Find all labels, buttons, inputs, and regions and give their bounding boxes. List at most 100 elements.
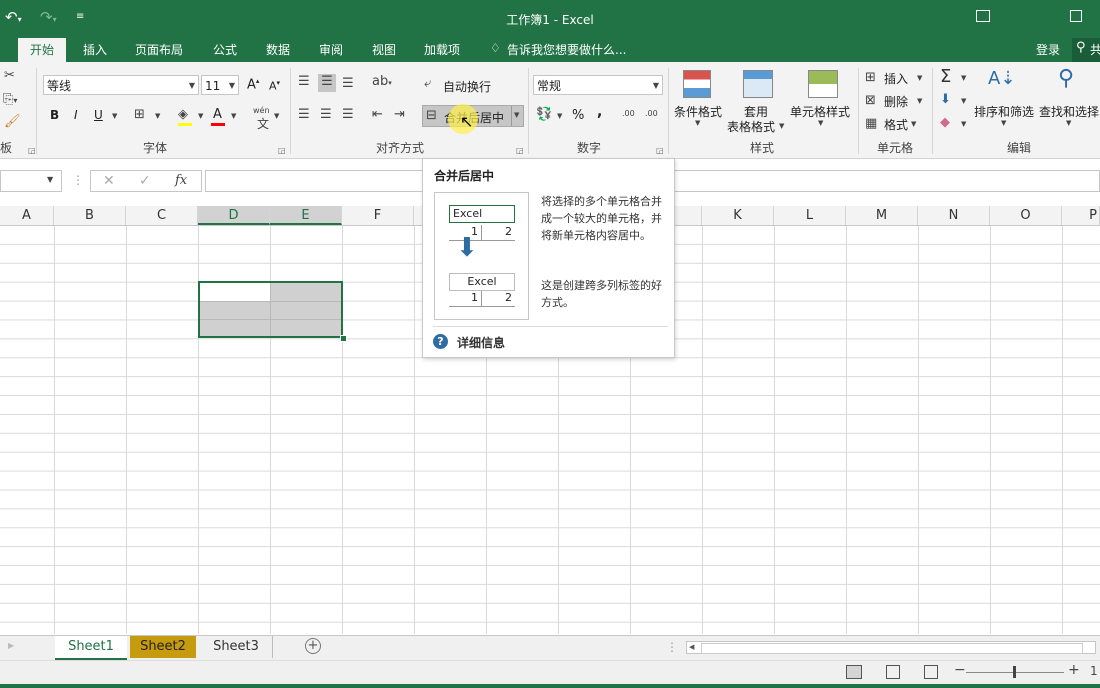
chevron-down-icon[interactable]: ▼: [112, 112, 117, 120]
bold-button[interactable]: B: [50, 108, 59, 122]
column-header[interactable]: L: [774, 206, 846, 225]
sheet-tab-sheet2[interactable]: Sheet2: [130, 636, 196, 658]
cell-styles-button[interactable]: 单元格样式: [790, 103, 850, 120]
decrease-indent-icon[interactable]: ⇤: [372, 107, 383, 122]
grow-font-button[interactable]: A▴: [247, 77, 259, 92]
chevron-down-icon[interactable]: ▼: [961, 74, 966, 82]
chevron-down-icon[interactable]: ▼: [1001, 119, 1006, 127]
shrink-font-button[interactable]: A▾: [269, 79, 280, 93]
chevron-down-icon[interactable]: ▼: [961, 97, 966, 105]
copy-icon[interactable]: ⎘▾: [3, 92, 17, 107]
ribbon-display-icon[interactable]: [976, 10, 990, 22]
column-header[interactable]: N: [918, 206, 990, 225]
sheet-tab-sheet3[interactable]: Sheet3: [200, 636, 273, 658]
align-bottom-icon[interactable]: ☰: [342, 76, 354, 91]
align-left-icon[interactable]: ☰: [298, 107, 310, 122]
clear-icon[interactable]: ◆: [940, 115, 950, 130]
chevron-down-icon[interactable]: ▼: [818, 119, 823, 127]
font-name-combo[interactable]: 等线 ▼: [43, 75, 199, 95]
column-header[interactable]: C: [126, 206, 198, 225]
chevron-down-icon[interactable]: ▼: [155, 112, 160, 120]
tab-review[interactable]: 审阅: [317, 41, 345, 58]
page-break-view-icon[interactable]: [924, 665, 938, 679]
fill-icon[interactable]: ⬇: [940, 92, 951, 107]
chevron-down-icon[interactable]: ▼: [961, 120, 966, 128]
chevron-down-icon[interactable]: ▼: [917, 97, 922, 105]
fill-color-icon[interactable]: ◈: [178, 107, 188, 122]
comma-button[interactable]: ,: [597, 104, 602, 120]
column-header[interactable]: O: [990, 206, 1062, 225]
tooltip-more-link[interactable]: 详细信息: [457, 334, 505, 351]
clipboard-launcher-icon[interactable]: ◲: [28, 146, 36, 155]
maximize-icon[interactable]: [1070, 10, 1082, 22]
align-middle-icon[interactable]: ☰: [318, 74, 336, 92]
zoom-slider-thumb[interactable]: [1013, 666, 1016, 678]
column-header[interactable]: A: [0, 206, 54, 225]
normal-view-icon[interactable]: [846, 665, 862, 679]
phonetic-pinyin[interactable]: wén: [253, 106, 270, 115]
tab-home[interactable]: 开始: [18, 38, 67, 62]
find-select-button[interactable]: 查找和选择: [1039, 103, 1099, 120]
chevron-down-icon[interactable]: ▼: [695, 119, 700, 127]
tab-insert[interactable]: 插入: [81, 41, 109, 58]
insert-function-icon[interactable]: fx: [175, 173, 187, 188]
insert-cells-button[interactable]: 插入: [884, 70, 908, 87]
decrease-decimal-button[interactable]: .00: [645, 109, 658, 118]
enter-icon[interactable]: ✓: [139, 173, 151, 189]
zoom-in-button[interactable]: +: [1068, 662, 1080, 678]
share-button[interactable]: ⚲ 共: [1072, 38, 1100, 62]
page-layout-view-icon[interactable]: [886, 665, 900, 679]
conditional-format-button[interactable]: 条件格式: [674, 103, 722, 120]
horizontal-scrollbar[interactable]: ◀: [686, 641, 1096, 654]
number-format-combo[interactable]: 常规 ▼: [533, 75, 663, 95]
italic-button[interactable]: I: [74, 108, 78, 122]
column-header[interactable]: K: [702, 206, 774, 225]
autosum-icon[interactable]: Σ: [940, 66, 951, 87]
login-link[interactable]: 登录: [1034, 41, 1062, 58]
chevron-down-icon[interactable]: ▼: [274, 112, 279, 120]
column-header-selected[interactable]: D: [198, 206, 270, 225]
alignment-launcher-icon[interactable]: ◲: [516, 146, 524, 155]
zoom-level[interactable]: 1: [1090, 664, 1098, 678]
tell-me-box[interactable]: 告诉我您想要做什么...: [505, 41, 628, 58]
align-top-icon[interactable]: ☰: [298, 74, 310, 89]
column-header[interactable]: M: [846, 206, 918, 225]
sort-filter-button[interactable]: 排序和筛选: [974, 103, 1034, 120]
scroll-left-icon[interactable]: ◀: [689, 643, 694, 651]
percent-button[interactable]: %: [572, 108, 584, 123]
help-icon[interactable]: ?: [433, 334, 448, 349]
scrollbar-thumb[interactable]: [701, 643, 1083, 654]
cut-icon[interactable]: ✂: [4, 68, 15, 83]
column-header[interactable]: B: [54, 206, 126, 225]
phonetic-icon[interactable]: 文: [257, 115, 269, 132]
tab-page-layout[interactable]: 页面布局: [133, 41, 185, 58]
chevron-down-icon[interactable]: ▼: [198, 112, 203, 120]
chevron-down-icon[interactable]: ▼: [779, 122, 784, 130]
add-sheet-icon[interactable]: +: [305, 638, 321, 654]
chevron-down-icon[interactable]: ▼: [231, 112, 236, 120]
chevron-down-icon[interactable]: ▼: [557, 112, 562, 120]
font-color-button[interactable]: A: [213, 107, 222, 122]
active-cell[interactable]: [200, 283, 270, 301]
font-launcher-icon[interactable]: ◲: [278, 146, 286, 155]
tab-data[interactable]: 数据: [264, 41, 292, 58]
zoom-out-button[interactable]: −: [954, 662, 966, 678]
format-cells-button[interactable]: 格式: [884, 116, 908, 133]
chevron-down-icon[interactable]: ▼: [917, 74, 922, 82]
chevron-down-icon[interactable]: ▼: [47, 175, 53, 184]
underline-button[interactable]: U: [94, 108, 103, 122]
font-size-combo[interactable]: 11 ▼: [201, 75, 239, 95]
increase-indent-icon[interactable]: ⇥: [394, 107, 405, 122]
chevron-down-icon[interactable]: ▼: [911, 120, 916, 128]
column-header-selected[interactable]: E: [270, 206, 342, 225]
currency-icon[interactable]: 💱: [536, 107, 552, 122]
column-header[interactable]: F: [342, 206, 414, 225]
orientation-icon[interactable]: ab▾: [372, 74, 392, 89]
fill-handle[interactable]: [340, 335, 347, 342]
number-launcher-icon[interactable]: ◲: [656, 146, 664, 155]
delete-cells-button[interactable]: 删除: [884, 93, 908, 110]
name-box[interactable]: ▼: [0, 170, 62, 192]
tab-addins[interactable]: 加载项: [422, 41, 462, 58]
wrap-text-button[interactable]: 自动换行: [443, 78, 491, 95]
chevron-down-icon[interactable]: ▼: [514, 111, 519, 119]
